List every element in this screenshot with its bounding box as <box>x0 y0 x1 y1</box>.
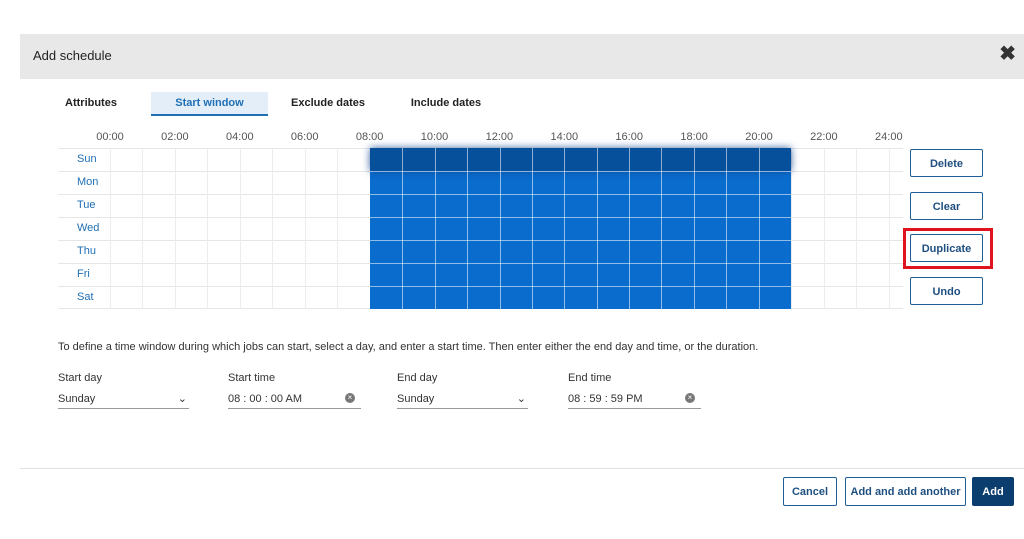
hour-label: 08:00 <box>355 131 384 143</box>
duplicate-highlight-box <box>903 228 993 269</box>
end-day-label: End day <box>397 372 438 384</box>
selection-row-line <box>370 171 791 172</box>
end-time-value: 08 : 59 : 59 PM <box>568 393 643 405</box>
end-time-input[interactable]: 08 : 59 : 59 PM × <box>568 391 701 409</box>
grid-column-line <box>239 148 241 309</box>
hour-label: 04:00 <box>226 131 254 143</box>
selection-column-line <box>402 148 404 309</box>
grid-column-line <box>110 148 111 309</box>
dialog-title: Add schedule <box>33 48 112 63</box>
selection-row-line <box>370 263 791 264</box>
hour-label: 14:00 <box>550 131 579 143</box>
chevron-down-icon: ⌄ <box>177 393 187 405</box>
start-time-label: Start time <box>228 372 276 384</box>
grid-column-line <box>823 148 825 309</box>
hour-label: 00:00 <box>96 131 124 143</box>
add-button[interactable]: Add <box>972 477 1014 506</box>
hour-label: 18:00 <box>680 131 708 143</box>
tab-start-window[interactable]: Start window <box>151 92 268 116</box>
start-time-value: 08 : 00 : 00 AM <box>228 393 302 405</box>
hour-label: 10:00 <box>420 131 449 143</box>
hour-label: 12:00 <box>485 131 514 143</box>
selection-row-line <box>370 286 791 287</box>
clear-button[interactable]: Clear <box>910 192 983 220</box>
day-label[interactable]: Mon <box>58 171 108 194</box>
cancel-button[interactable]: Cancel <box>783 477 837 506</box>
start-day-value: Sunday <box>58 393 96 405</box>
selection-row-line <box>370 240 791 241</box>
day-label[interactable]: Sat <box>58 286 108 309</box>
selection-column-line <box>726 148 728 309</box>
selection-column-line <box>467 148 469 309</box>
instructions-text: To define a time window during which job… <box>58 341 759 353</box>
start-time-input[interactable]: 08 : 00 : 00 AM × <box>228 391 361 409</box>
hour-label: 24:00 <box>875 131 903 143</box>
day-label[interactable]: Fri <box>58 263 108 286</box>
close-icon[interactable]: ✖ <box>999 44 1016 64</box>
grid-column-line <box>174 148 176 309</box>
hour-label: 20:00 <box>745 131 773 143</box>
selection-column-line <box>531 148 533 309</box>
grid-column-line <box>791 148 793 309</box>
grid-column-line <box>142 148 144 309</box>
delete-button[interactable]: Delete <box>910 149 983 177</box>
day-label[interactable]: Tue <box>58 194 108 217</box>
add-and-add-another-button[interactable]: Add and add another <box>845 477 966 506</box>
selection-column-line <box>564 148 566 309</box>
grid-column-line <box>888 148 890 309</box>
hour-label: 06:00 <box>290 131 319 143</box>
grid-column-line <box>207 148 209 309</box>
selection-column-line <box>434 148 436 309</box>
hour-label: 22:00 <box>810 131 838 143</box>
selected-time-window[interactable] <box>370 148 791 309</box>
selection-column-line <box>661 148 663 309</box>
hour-label: 16:00 <box>615 131 643 143</box>
start-day-label: Start day <box>58 372 103 384</box>
grid-column-line <box>272 148 274 309</box>
selection-column-line <box>693 148 695 309</box>
selection-row-line <box>370 217 791 218</box>
tab-include-dates[interactable]: Include dates <box>410 92 482 116</box>
selected-sunday-row[interactable] <box>370 148 791 171</box>
footer-divider <box>20 468 1024 469</box>
end-day-value: Sunday <box>397 393 435 405</box>
end-time-label: End time <box>568 372 612 384</box>
tab-attributes[interactable]: Attributes <box>58 92 124 116</box>
grid-column-line <box>856 148 858 309</box>
tab-exclude-dates[interactable]: Exclude dates <box>290 92 366 116</box>
grid-column-line <box>337 148 339 309</box>
day-label[interactable]: Wed <box>58 217 108 240</box>
selection-column-line <box>499 148 501 309</box>
chevron-down-icon: ⌄ <box>516 393 526 405</box>
selection-column-line <box>596 148 598 309</box>
undo-button[interactable]: Undo <box>910 277 983 305</box>
end-day-select[interactable]: Sunday ⌄ <box>397 391 528 409</box>
hour-label: 02:00 <box>161 131 189 143</box>
selection-column-line <box>629 148 631 309</box>
selection-column-line <box>758 148 760 309</box>
grid-column-line <box>304 148 306 309</box>
clear-end-time-icon[interactable]: × <box>685 393 695 403</box>
start-day-select[interactable]: Sunday ⌄ <box>58 391 189 409</box>
day-label[interactable]: Sun <box>58 148 108 171</box>
day-label[interactable]: Thu <box>58 240 108 263</box>
dialog-titlebar: Add schedule ✖ <box>20 34 1024 79</box>
selection-row-line <box>370 194 791 195</box>
clear-start-time-icon[interactable]: × <box>345 393 355 403</box>
